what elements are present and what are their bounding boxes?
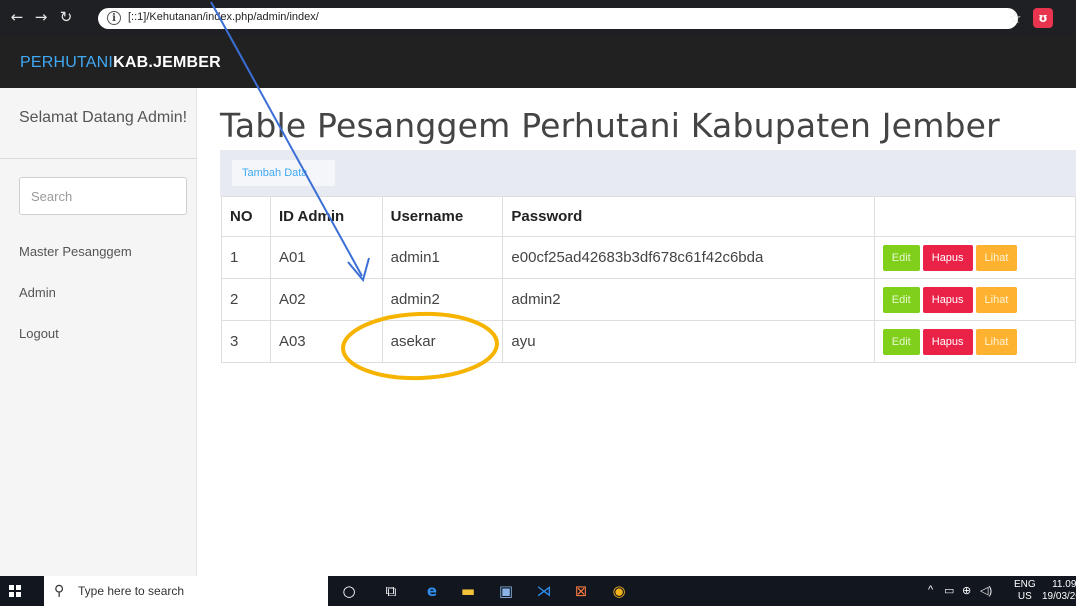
task-view-icon[interactable]: ⧉ — [382, 582, 400, 600]
search-input[interactable] — [19, 177, 187, 215]
clock[interactable]: 11.09 19/03/202 — [1042, 579, 1076, 603]
lihat-button[interactable]: Lihat — [975, 286, 1018, 313]
header-id-admin: ID Admin — [269, 196, 383, 237]
hapus-button[interactable]: Hapus — [922, 286, 973, 313]
shield-extension-icon[interactable]: ʊ — [1033, 8, 1053, 28]
language-indicator[interactable]: ENG US — [1014, 579, 1036, 603]
table-header-row: NO ID Admin Username Password — [221, 196, 1076, 237]
chevron-up-icon[interactable]: ^ — [928, 584, 933, 596]
cell-actions: Edit Hapus Lihat — [873, 236, 1076, 279]
network-icon[interactable]: ⊕ — [962, 584, 971, 597]
edit-button[interactable]: Edit — [882, 286, 920, 313]
clock-time: 11.09 — [1052, 579, 1076, 590]
cell-username: admin2 — [381, 278, 504, 321]
brand-part1: PERHUTANI — [20, 54, 114, 71]
clock-date: 19/03/202 — [1042, 591, 1076, 602]
page-title: Table Pesanggem Perhutani Kabupaten Jemb… — [220, 106, 1000, 145]
cell-actions: Edit Hapus Lihat — [873, 320, 1076, 363]
cell-username: asekar — [381, 320, 504, 363]
search-icon: ⚲ — [54, 583, 65, 599]
sidebar: Selamat Datang Admin! Master Pesanggem A… — [0, 88, 197, 576]
sidebar-divider — [0, 158, 197, 159]
forward-arrow-icon[interactable]: → — [32, 8, 50, 26]
vscode-icon[interactable]: ⋊ — [535, 582, 553, 600]
taskbar-search[interactable]: ⚲ Type here to search — [44, 576, 328, 606]
chrome-icon[interactable]: ◉ — [610, 582, 628, 600]
battery-icon[interactable]: ▭ — [944, 584, 954, 597]
brand-part2: KAB.JEMBER — [113, 54, 221, 71]
file-explorer-icon[interactable]: ▬ — [459, 582, 477, 600]
lang-line1: ENG — [1014, 579, 1036, 590]
header-password: Password — [502, 196, 875, 237]
back-arrow-icon[interactable]: ← — [8, 8, 26, 26]
sidebar-item-master-pesanggem[interactable]: Master Pesanggem — [19, 244, 132, 259]
cell-actions: Edit Hapus Lihat — [873, 278, 1076, 321]
taskbar-search-text: Type here to search — [78, 584, 185, 598]
cortana-icon[interactable]: ○ — [340, 582, 358, 600]
star-icon[interactable]: ☆ — [1007, 10, 1023, 26]
table-row: 2 A02 admin2 admin2 Edit Hapus Lihat — [221, 278, 1076, 321]
cell-password: e00cf25ad42683b3df678c61f42c6bda — [502, 236, 875, 279]
edit-button[interactable]: Edit — [882, 328, 920, 355]
admin-table: NO ID Admin Username Password 1 A01 admi… — [221, 196, 1076, 363]
volume-icon[interactable]: ◁) — [980, 584, 992, 597]
url-text[interactable]: [::1]/Kehutanan/index.php/admin/index/ — [128, 11, 319, 23]
cell-no: 1 — [221, 236, 271, 279]
cell-no: 3 — [221, 320, 271, 363]
toolbar-well — [220, 150, 1076, 196]
sidebar-item-admin[interactable]: Admin — [19, 285, 56, 300]
table-row: 3 A03 asekar ayu Edit Hapus Lihat — [221, 320, 1076, 363]
header-username: Username — [381, 196, 504, 237]
brand-logo[interactable]: PERHUTANIKAB.JEMBER — [20, 54, 221, 72]
cell-password: ayu — [502, 320, 875, 363]
cell-no: 2 — [221, 278, 271, 321]
edge-browser-icon[interactable]: e — [423, 582, 441, 600]
reload-icon[interactable]: ↻ — [57, 8, 75, 26]
app-navbar: PERHUTANIKAB.JEMBER — [0, 36, 1076, 88]
address-bar[interactable]: i [::1]/Kehutanan/index.php/admin/index/ — [98, 8, 1018, 29]
cell-id: A02 — [269, 278, 383, 321]
windows-start-icon[interactable] — [9, 585, 21, 597]
header-no: NO — [221, 196, 271, 237]
info-icon[interactable]: i — [107, 11, 121, 25]
edit-button[interactable]: Edit — [882, 244, 920, 271]
browser-toolbar: ← → ↻ i [::1]/Kehutanan/index.php/admin/… — [0, 0, 1076, 36]
sidebar-item-logout[interactable]: Logout — [19, 326, 59, 341]
welcome-text: Selamat Datang Admin! — [19, 109, 188, 126]
taskbar: ⚲ Type here to search ○ ⧉ e ▬ ▣ ⋊ ⊠ ◉ ^ … — [0, 576, 1076, 606]
lihat-button[interactable]: Lihat — [975, 244, 1018, 271]
cell-id: A03 — [269, 320, 383, 363]
hapus-button[interactable]: Hapus — [922, 244, 973, 271]
add-data-button[interactable]: Tambah Data — [232, 160, 335, 186]
cell-id: A01 — [269, 236, 383, 279]
xampp-icon[interactable]: ⊠ — [572, 582, 590, 600]
hapus-button[interactable]: Hapus — [922, 328, 973, 355]
table-row: 1 A01 admin1 e00cf25ad42683b3df678c61f42… — [221, 236, 1076, 279]
network-app-icon[interactable]: ▣ — [497, 582, 515, 600]
lang-line2: US — [1017, 591, 1032, 602]
cell-username: admin1 — [381, 236, 504, 279]
lihat-button[interactable]: Lihat — [975, 328, 1018, 355]
cell-password: admin2 — [502, 278, 875, 321]
header-actions — [873, 196, 1076, 237]
